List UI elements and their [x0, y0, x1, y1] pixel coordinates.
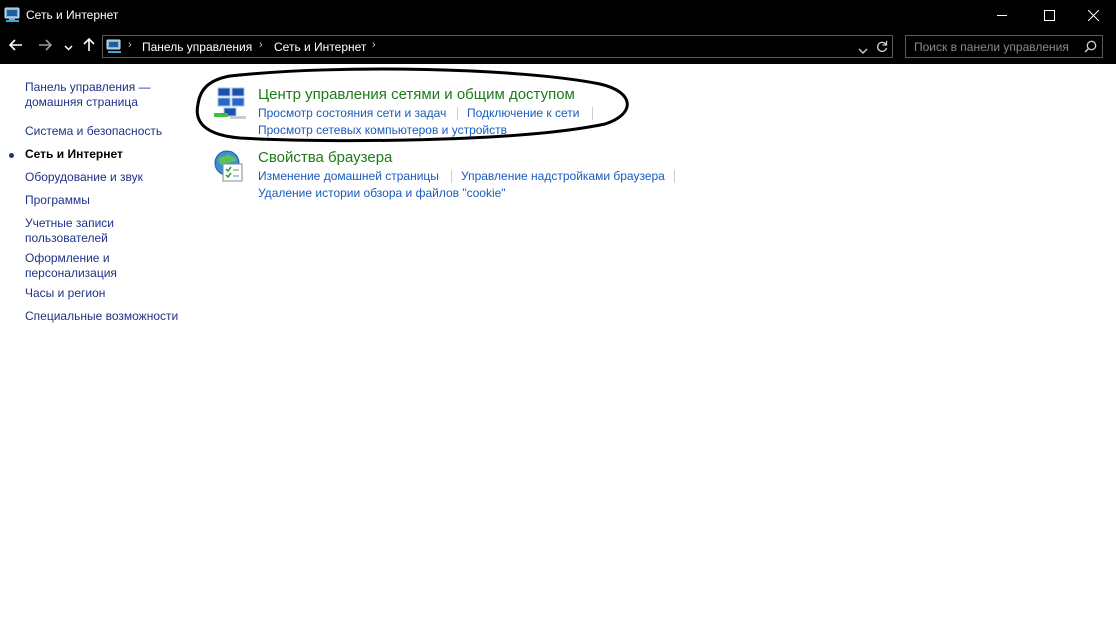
- breadcrumb-separator-icon: ›: [372, 39, 376, 51]
- connect-to-network-link[interactable]: Подключение к сети: [467, 106, 579, 120]
- breadcrumb-separator-icon: ›: [259, 39, 263, 51]
- up-button[interactable]: [80, 37, 98, 57]
- close-icon: [1087, 10, 1099, 21]
- nav-ease-of-access[interactable]: Специальные возможности: [25, 309, 185, 324]
- recent-locations-button[interactable]: [60, 37, 76, 57]
- network-sharing-center-link[interactable]: Центр управления сетями и общим доступом: [258, 86, 575, 104]
- breadcrumb-control-panel[interactable]: Панель управления: [142, 40, 252, 54]
- address-bar[interactable]: › Панель управления › Сеть и Интернет ›: [102, 35, 893, 58]
- nav-hardware-sound[interactable]: Оборудование и звук: [25, 170, 185, 185]
- minimize-icon: [996, 10, 1008, 21]
- network-folder-icon: [106, 39, 123, 54]
- chevron-down-icon: [63, 38, 73, 56]
- task-separator: [451, 170, 452, 183]
- network-folder-icon: [4, 7, 21, 23]
- back-button[interactable]: [6, 37, 26, 57]
- view-network-status-link[interactable]: Просмотр состояния сети и задач: [258, 106, 446, 120]
- address-dropdown-button[interactable]: [858, 42, 868, 60]
- breadcrumb-separator-icon: ›: [128, 39, 132, 51]
- nav-appearance-personalization[interactable]: Оформление и персонализация: [25, 251, 125, 281]
- nav-user-accounts[interactable]: Учетные записи пользователей: [25, 216, 125, 246]
- nav-system-security[interactable]: Система и безопасность: [25, 124, 185, 139]
- minimize-button[interactable]: [979, 0, 1025, 31]
- change-home-page-link[interactable]: Изменение домашней страницы: [258, 169, 439, 183]
- navigation-bar: › Панель управления › Сеть и Интернет ›: [0, 31, 1116, 64]
- title-bar: Сеть и Интернет: [0, 0, 1116, 31]
- nav-clock-region[interactable]: Часы и регион: [25, 286, 185, 301]
- close-button[interactable]: [1070, 0, 1116, 31]
- forward-button[interactable]: [35, 37, 55, 57]
- task-separator: [674, 170, 675, 183]
- breadcrumb-network-internet[interactable]: Сеть и Интернет: [274, 40, 366, 54]
- nav-programs[interactable]: Программы: [25, 193, 185, 208]
- network-center-icon: [210, 86, 250, 126]
- search-icon[interactable]: [1084, 40, 1097, 58]
- window-title: Сеть и Интернет: [26, 8, 119, 22]
- arrow-up-icon: [83, 37, 95, 57]
- search-input[interactable]: [906, 36, 1084, 57]
- maximize-button[interactable]: [1026, 0, 1072, 31]
- manage-addons-link[interactable]: Управление надстройками браузера: [461, 169, 665, 183]
- task-separator: [457, 107, 458, 120]
- refresh-button[interactable]: [876, 40, 888, 58]
- delete-browsing-history-link[interactable]: Удаление истории обзора и файлов "cookie…: [258, 186, 506, 200]
- view-network-computers-link[interactable]: Просмотр сетевых компьютеров и устройств: [258, 123, 507, 137]
- task-separator: [592, 107, 593, 120]
- arrow-left-icon: [8, 38, 23, 56]
- current-item-bullet-icon: [9, 153, 14, 158]
- maximize-icon: [1043, 10, 1055, 21]
- browser-properties-link[interactable]: Свойства браузера: [258, 149, 392, 167]
- nav-control-panel-home[interactable]: Панель управления — домашняя страница: [25, 80, 175, 110]
- browser-properties-icon: [210, 149, 250, 189]
- nav-network-internet[interactable]: Сеть и Интернет: [25, 147, 185, 162]
- search-box[interactable]: [905, 35, 1103, 58]
- arrow-right-icon: [38, 38, 53, 56]
